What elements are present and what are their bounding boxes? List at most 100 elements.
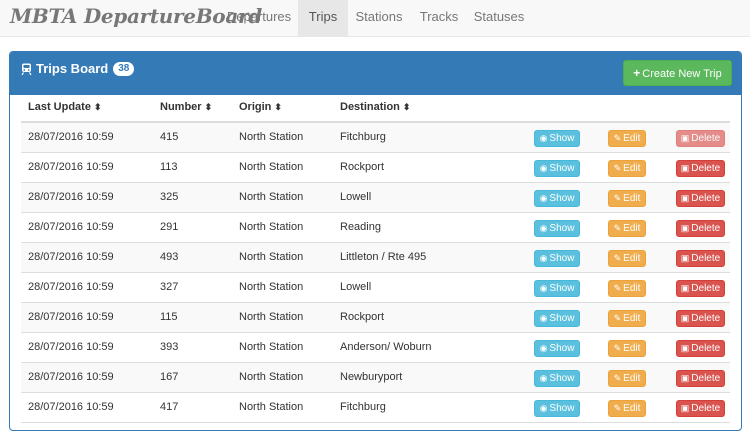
edit-label: Edit bbox=[623, 343, 641, 354]
eye-icon: ◉ bbox=[539, 253, 548, 263]
edit-icon: ✎ bbox=[613, 163, 622, 173]
show-button[interactable]: ◉ Show bbox=[534, 310, 580, 327]
eye-icon: ◉ bbox=[539, 163, 548, 173]
delete-button[interactable]: ▣ Delete bbox=[676, 370, 725, 387]
delete-button[interactable]: ▣ Delete bbox=[676, 220, 725, 237]
show-label: Show bbox=[549, 403, 575, 414]
panel-title-text: Trips Board bbox=[36, 61, 109, 76]
panel-title: Trips Board 38 bbox=[21, 61, 135, 76]
eye-icon: ◉ bbox=[539, 193, 548, 203]
delete-label: Delete bbox=[691, 253, 721, 264]
show-button[interactable]: ◉ Show bbox=[534, 130, 580, 147]
trash-icon: ▣ bbox=[680, 373, 690, 383]
show-label: Show bbox=[549, 223, 575, 234]
delete-button[interactable]: ▣ Delete bbox=[676, 250, 725, 267]
edit-icon: ✎ bbox=[613, 343, 622, 353]
delete-button[interactable]: ▣ Delete bbox=[676, 400, 725, 417]
eye-icon: ◉ bbox=[539, 223, 548, 233]
cell-destination: Rockport bbox=[340, 311, 385, 323]
cell-last-update: 28/07/2016 10:59 bbox=[28, 371, 114, 383]
edit-button[interactable]: ✎ Edit bbox=[608, 160, 646, 177]
show-label: Show bbox=[549, 313, 575, 324]
table-row: 28/07/2016 10:59 113 North Station Rockport… bbox=[21, 153, 730, 183]
show-label: Show bbox=[549, 163, 575, 174]
trash-icon: ▣ bbox=[680, 253, 690, 263]
trash-icon: ▣ bbox=[680, 163, 690, 173]
cell-origin: North Station bbox=[239, 401, 304, 413]
eye-icon: ◉ bbox=[539, 373, 548, 383]
nav-item-trips[interactable]: Trips bbox=[298, 0, 348, 36]
table-row: 28/07/2016 10:59 325 North Station Lowell ◉ S… bbox=[21, 183, 730, 213]
cell-last-update: 28/07/2016 10:59 bbox=[28, 401, 114, 413]
cell-origin: North Station bbox=[239, 371, 304, 383]
delete-button[interactable]: ▣ Delete bbox=[676, 340, 725, 357]
delete-label: Delete bbox=[691, 313, 721, 324]
edit-label: Edit bbox=[623, 133, 641, 144]
delete-button[interactable]: ▣ Delete bbox=[676, 280, 725, 297]
cell-last-update: 28/07/2016 10:59 bbox=[28, 341, 114, 353]
edit-label: Edit bbox=[623, 283, 641, 294]
cell-number: 393 bbox=[160, 341, 179, 353]
cell-last-update: 28/07/2016 10:59 bbox=[28, 311, 114, 323]
edit-label: Edit bbox=[623, 223, 641, 234]
edit-button[interactable]: ✎ Edit bbox=[608, 370, 646, 387]
eye-icon: ◉ bbox=[539, 133, 548, 143]
show-button[interactable]: ◉ Show bbox=[534, 400, 580, 417]
edit-button[interactable]: ✎ Edit bbox=[608, 280, 646, 297]
trip-count-badge: 38 bbox=[113, 61, 135, 76]
column-header-origin[interactable]: Origin ⬍ bbox=[239, 101, 282, 113]
nav-item-stations[interactable]: Stations bbox=[348, 0, 410, 36]
cell-last-update: 28/07/2016 10:59 bbox=[28, 221, 114, 233]
delete-button[interactable]: ▣ Delete bbox=[676, 130, 725, 147]
edit-button[interactable]: ✎ Edit bbox=[608, 340, 646, 357]
show-label: Show bbox=[549, 343, 575, 354]
show-button[interactable]: ◉ Show bbox=[534, 370, 580, 387]
trash-icon: ▣ bbox=[680, 133, 690, 143]
delete-button[interactable]: ▣ Delete bbox=[676, 190, 725, 207]
nav-item-departures[interactable]: Departures bbox=[217, 0, 301, 36]
edit-button[interactable]: ✎ Edit bbox=[608, 220, 646, 237]
show-button[interactable]: ◉ Show bbox=[534, 190, 580, 207]
edit-label: Edit bbox=[623, 163, 641, 174]
cell-destination: Lowell bbox=[340, 281, 372, 293]
edit-button[interactable]: ✎ Edit bbox=[608, 400, 646, 417]
column-label: Number bbox=[160, 101, 202, 113]
delete-label: Delete bbox=[691, 193, 721, 204]
edit-button[interactable]: ✎ Edit bbox=[608, 190, 646, 207]
show-label: Show bbox=[549, 283, 575, 294]
cell-last-update: 28/07/2016 10:59 bbox=[28, 191, 114, 203]
show-button[interactable]: ◉ Show bbox=[534, 220, 580, 237]
delete-button[interactable]: ▣ Delete bbox=[676, 310, 725, 327]
column-header-destination[interactable]: Destination ⬍ bbox=[340, 101, 410, 113]
cell-origin: North Station bbox=[239, 161, 304, 173]
delete-label: Delete bbox=[691, 133, 721, 144]
table-row: 28/07/2016 10:59 417 North Station Fitchbur… bbox=[21, 393, 730, 423]
show-button[interactable]: ◉ Show bbox=[534, 340, 580, 357]
sort-icon: ⬍ bbox=[93, 102, 102, 112]
edit-button[interactable]: ✎ Edit bbox=[608, 310, 646, 327]
nav-item-tracks[interactable]: Tracks bbox=[411, 0, 467, 36]
create-new-trip-button[interactable]: + Create New Trip bbox=[623, 60, 732, 86]
cell-number: 327 bbox=[160, 281, 179, 293]
edit-icon: ✎ bbox=[613, 133, 622, 143]
column-header-number[interactable]: Number ⬍ bbox=[160, 101, 212, 113]
column-label: Last Update bbox=[28, 101, 91, 113]
column-header-last-update[interactable]: Last Update ⬍ bbox=[28, 101, 102, 113]
cell-origin: North Station bbox=[239, 221, 304, 233]
show-button[interactable]: ◉ Show bbox=[534, 250, 580, 267]
cell-destination: Littleton / Rte 495 bbox=[340, 251, 427, 263]
cell-number: 417 bbox=[160, 401, 179, 413]
table-row: 28/07/2016 10:59 493 North Station Littleto… bbox=[21, 243, 730, 273]
eye-icon: ◉ bbox=[539, 343, 548, 353]
eye-icon: ◉ bbox=[539, 283, 548, 293]
edit-button[interactable]: ✎ Edit bbox=[608, 130, 646, 147]
delete-button[interactable]: ▣ Delete bbox=[676, 160, 725, 177]
show-button[interactable]: ◉ Show bbox=[534, 280, 580, 297]
show-button[interactable]: ◉ Show bbox=[534, 160, 580, 177]
edit-button[interactable]: ✎ Edit bbox=[608, 250, 646, 267]
nav-item-statuses[interactable]: Statuses bbox=[467, 0, 531, 36]
cell-number: 113 bbox=[160, 161, 178, 173]
edit-label: Edit bbox=[623, 373, 641, 384]
show-label: Show bbox=[549, 373, 575, 384]
trash-icon: ▣ bbox=[680, 193, 690, 203]
